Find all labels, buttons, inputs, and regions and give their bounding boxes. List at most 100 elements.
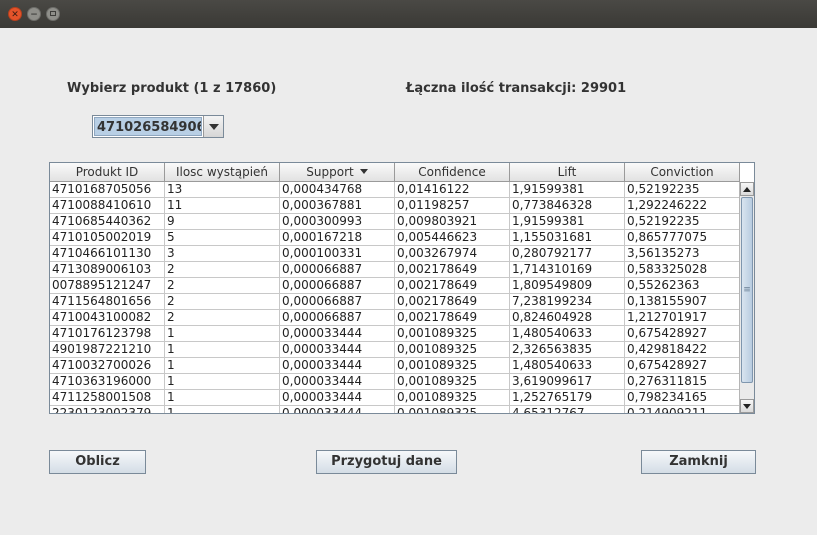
table-cell: 0,001089325: [395, 390, 510, 406]
table-cell: 1,155031681: [510, 230, 625, 246]
column-header-support[interactable]: Support: [280, 163, 395, 182]
table-cell: 1,480540633: [510, 326, 625, 342]
vertical-scrollbar[interactable]: ≡: [739, 182, 754, 413]
results-table[interactable]: Produkt ID Ilosc wystąpień Support Confi…: [49, 162, 755, 414]
scroll-up-icon[interactable]: [740, 182, 754, 196]
dropdown-arrow-icon[interactable]: [203, 116, 223, 137]
close-window-icon[interactable]: ✕: [8, 7, 22, 21]
table-cell: 4710032700026: [50, 358, 165, 374]
table-cell: 0,52192235: [625, 214, 740, 230]
table-cell: 0,01416122: [395, 182, 510, 198]
table-cell: 4710685440362: [50, 214, 165, 230]
column-header-confidence[interactable]: Confidence: [395, 163, 510, 182]
table-row[interactable]: 4710032700026 1 0,000033444 0,001089325 1,48…: [50, 358, 740, 374]
table-row[interactable]: 4901987221210 1 0,000033444 0,001089325 2,32…: [50, 342, 740, 358]
table-cell: 0,000100331: [280, 246, 395, 262]
table-cell: 3,56135273: [625, 246, 740, 262]
table-cell: 4711564801656: [50, 294, 165, 310]
minimize-window-icon[interactable]: −: [27, 7, 41, 21]
total-transactions-label: Łączna ilość transakcji: 29901: [406, 81, 627, 96]
table-cell: 13: [165, 182, 280, 198]
table-cell: 1,714310169: [510, 262, 625, 278]
table-row[interactable]: 4710466101130 3 0,000100331 0,003267974 0,28…: [50, 246, 740, 262]
column-header-conviction[interactable]: Conviction: [625, 163, 740, 182]
table-cell: 1,292246222: [625, 198, 740, 214]
table-cell: 0,005446623: [395, 230, 510, 246]
table-cell: 1,809549809: [510, 278, 625, 294]
table-cell: 0,000066887: [280, 310, 395, 326]
table-row[interactable]: 4710105002019 5 0,000167218 0,005446623 1,15…: [50, 230, 740, 246]
table-cell: 0,003267974: [395, 246, 510, 262]
table-cell: 0,002178649: [395, 310, 510, 326]
table-cell: 0,002178649: [395, 294, 510, 310]
table-cell: 0,824604928: [510, 310, 625, 326]
table-cell: 0,009803921: [395, 214, 510, 230]
table-cell: 4710168705056: [50, 182, 165, 198]
table-row[interactable]: 4710088410610 11 0,000367881 0,01198257 0,77…: [50, 198, 740, 214]
table-cell: 0,000033444: [280, 326, 395, 342]
table-row[interactable]: 4710176123798 1 0,000033444 0,001089325 1,48…: [50, 326, 740, 342]
table-cell: 11: [165, 198, 280, 214]
table-cell: 0,214909211: [625, 406, 740, 413]
table-cell: 3: [165, 246, 280, 262]
table-cell: 1,91599381: [510, 182, 625, 198]
table-cell: 0,000367881: [280, 198, 395, 214]
table-cell: 4710176123798: [50, 326, 165, 342]
table-row[interactable]: 4710168705056 13 0,000434768 0,01416122 1,91…: [50, 182, 740, 198]
table-cell: 0,55262363: [625, 278, 740, 294]
table-cell: 0,798234165: [625, 390, 740, 406]
table-cell: 0,000066887: [280, 294, 395, 310]
table-cell: 2: [165, 278, 280, 294]
table-cell: 3,619099617: [510, 374, 625, 390]
table-cell: 0,01198257: [395, 198, 510, 214]
close-button[interactable]: Zamknij: [641, 450, 756, 474]
table-cell: 2: [165, 294, 280, 310]
table-cell: 0,000033444: [280, 342, 395, 358]
table-header: Produkt ID Ilosc wystąpień Support Confi…: [50, 163, 740, 182]
product-select[interactable]: 4710265849066: [92, 115, 224, 138]
scroll-thumb[interactable]: ≡: [741, 197, 753, 383]
table-row[interactable]: 4711258001508 1 0,000033444 0,001089325 1,25…: [50, 390, 740, 406]
table-row[interactable]: 0078895121247 2 0,000066887 0,002178649 1,80…: [50, 278, 740, 294]
table-cell: 0,52192235: [625, 182, 740, 198]
table-cell: 1: [165, 358, 280, 374]
table-cell: 4710105002019: [50, 230, 165, 246]
table-cell: 1,252765179: [510, 390, 625, 406]
table-cell: 0,773846328: [510, 198, 625, 214]
window-titlebar[interactable]: ✕ −: [0, 0, 817, 28]
maximize-window-icon[interactable]: [46, 7, 60, 21]
table-cell: 4,65312767: [510, 406, 625, 413]
table-cell: 0,000033444: [280, 374, 395, 390]
table-cell: 1: [165, 374, 280, 390]
table-cell: 0,583325028: [625, 262, 740, 278]
table-row[interactable]: 2230123002379 1 0,000033444 0,001089325 4,65…: [50, 406, 740, 413]
column-header-lift[interactable]: Lift: [510, 163, 625, 182]
table-cell: 0,276311815: [625, 374, 740, 390]
table-row[interactable]: 4710685440362 9 0,000300993 0,009803921 1,91…: [50, 214, 740, 230]
table-cell: 0,000300993: [280, 214, 395, 230]
table-cell: 1: [165, 342, 280, 358]
table-cell: 4710466101130: [50, 246, 165, 262]
table-body: 4710168705056 13 0,000434768 0,01416122 1,91…: [50, 182, 740, 413]
table-cell: 5: [165, 230, 280, 246]
table-cell: 0,280792177: [510, 246, 625, 262]
scroll-down-icon[interactable]: [740, 399, 754, 413]
table-cell: 0,000066887: [280, 262, 395, 278]
table-row[interactable]: 4713089006103 2 0,000066887 0,002178649 1,71…: [50, 262, 740, 278]
table-cell: 2230123002379: [50, 406, 165, 413]
table-row[interactable]: 4711564801656 2 0,000066887 0,002178649 7,23…: [50, 294, 740, 310]
table-cell: 4713089006103: [50, 262, 165, 278]
table-cell: 2: [165, 262, 280, 278]
table-cell: 2: [165, 310, 280, 326]
table-cell: 0,002178649: [395, 262, 510, 278]
table-cell: 1: [165, 326, 280, 342]
choose-product-label: Wybierz produkt (1 z 17860): [67, 81, 277, 96]
table-row[interactable]: 4710363196000 1 0,000033444 0,001089325 3,61…: [50, 374, 740, 390]
column-header-product-id[interactable]: Produkt ID: [50, 163, 165, 182]
table-row[interactable]: 4710043100082 2 0,000066887 0,002178649 0,82…: [50, 310, 740, 326]
table-cell: 0,001089325: [395, 326, 510, 342]
prepare-data-button[interactable]: Przygotuj dane: [316, 450, 457, 474]
column-header-occurrences[interactable]: Ilosc wystąpień: [165, 163, 280, 182]
table-cell: 1,212701917: [625, 310, 740, 326]
calculate-button[interactable]: Oblicz: [49, 450, 146, 474]
